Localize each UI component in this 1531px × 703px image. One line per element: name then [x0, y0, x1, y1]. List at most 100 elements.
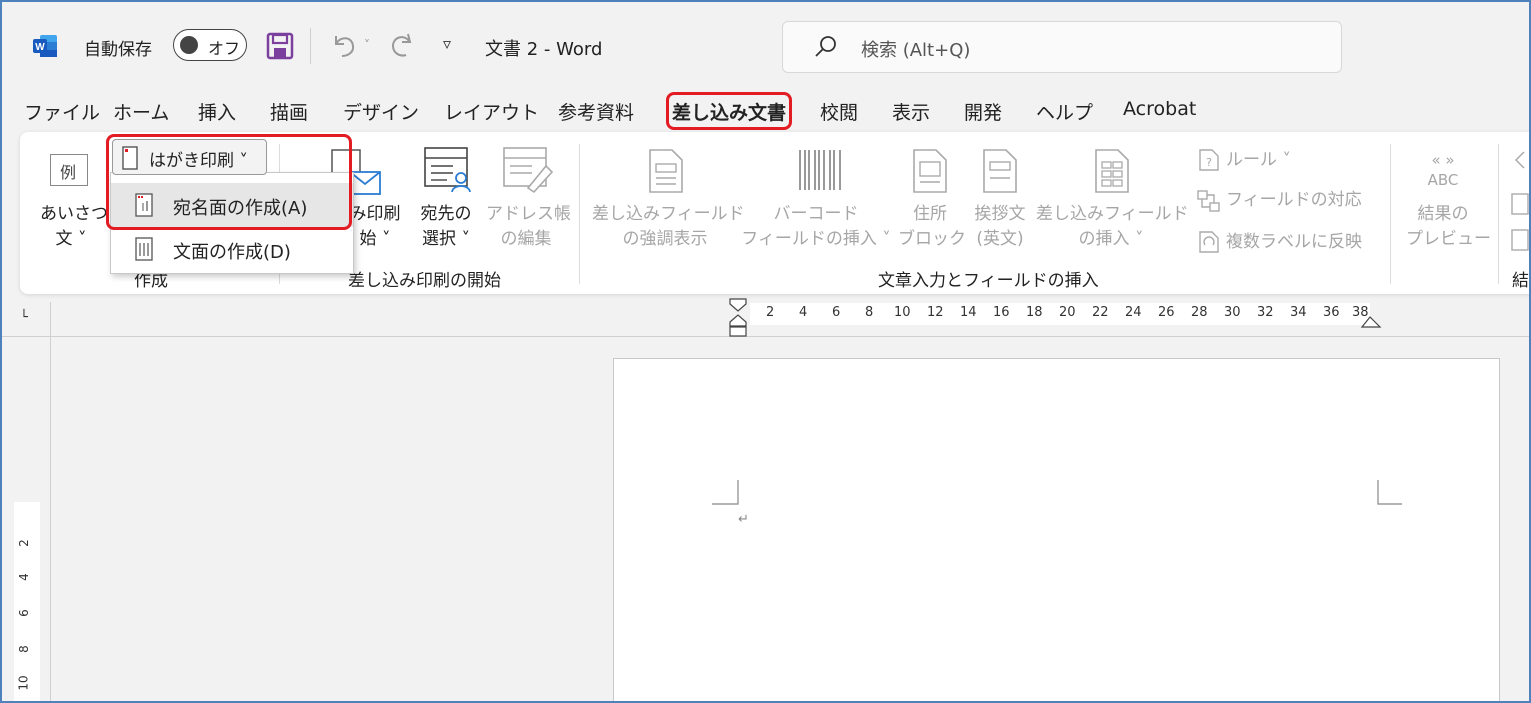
ruler-number: 2 — [766, 305, 775, 320]
menu-item-create-message-side[interactable]: 文面の作成(D) — [111, 227, 353, 271]
ruler-number: 32 — [1257, 305, 1274, 320]
crop-mark-right — [1377, 480, 1402, 505]
ruler-number: 6 — [16, 609, 31, 617]
match-fields-button[interactable]: フィールドの対応 — [1226, 188, 1362, 213]
undo-dropdown-icon[interactable]: ˅ — [364, 38, 370, 52]
autosave-state: オフ — [208, 39, 241, 58]
highlight-merge-fields-button[interactable]: 差し込みフィールド の強調表示 — [592, 202, 745, 252]
insert-field-label-2: の挿入 ˅ — [1078, 229, 1144, 249]
greeting-line-icon — [983, 149, 1017, 193]
greeting-sample-icon: 例 — [50, 154, 88, 186]
search-input[interactable]: 検索 (Alt+Q) — [782, 21, 1342, 73]
ruler-divider — [2, 336, 1529, 337]
barcode-icon — [799, 150, 841, 190]
ruler-number: 12 — [927, 305, 944, 320]
document-page[interactable] — [613, 358, 1500, 701]
tab-developer[interactable]: 開発 — [964, 98, 1002, 125]
ruler-number: 6 — [832, 305, 841, 320]
tab-home[interactable]: ホーム — [113, 98, 169, 125]
search-placeholder: 検索 (Alt+Q) — [861, 40, 971, 61]
fields-group-label: 文章入力とフィールドの挿入 — [878, 271, 1099, 291]
horizontal-ruler[interactable]: 2 4 6 8 10 12 14 16 18 20 22 24 26 28 30… — [750, 303, 1370, 325]
ruler-number: 22 — [1092, 305, 1109, 320]
tab-review[interactable]: 校閲 — [820, 98, 858, 125]
mailings-tab-highlight — [666, 92, 792, 130]
ruler-number: 30 — [1224, 305, 1241, 320]
autosave-label: 自動保存 — [84, 40, 152, 60]
tab-layout[interactable]: レイアウト — [444, 98, 539, 125]
undo-icon[interactable] — [328, 30, 358, 60]
address-block-button[interactable]: 住所 ブロック — [898, 202, 966, 252]
right-indent-marker-icon[interactable] — [1360, 312, 1384, 330]
message-side-icon — [135, 237, 153, 261]
menu-item-label: 文面の作成(D) — [173, 242, 291, 263]
ruler-divider — [50, 302, 51, 701]
select-recipients-label-1: 宛先の — [420, 204, 472, 224]
preview-results-button[interactable]: 結果の プレビュー — [1406, 202, 1491, 252]
tab-help[interactable]: ヘルプ — [1036, 98, 1093, 125]
edit-list-label-2: の編集 — [500, 229, 552, 249]
tab-selector[interactable]: └ — [20, 310, 28, 325]
insert-barcode-button[interactable]: バーコード フィールドの挿入 ˅ — [738, 202, 894, 252]
toggle-knob — [180, 36, 198, 54]
ruler-number: 26 — [1158, 305, 1175, 320]
svg-text:?: ? — [1206, 156, 1212, 169]
qat-separator — [310, 28, 311, 64]
match-fields-icon — [1197, 190, 1220, 212]
ruler-number: 2 — [16, 539, 31, 547]
tab-view[interactable]: 表示 — [892, 98, 930, 125]
tab-file[interactable]: ファイル — [24, 98, 100, 125]
greeting-label-1: あいさつ — [40, 204, 108, 224]
edit-recipient-list-icon — [503, 147, 554, 194]
select-recipients-button[interactable]: 宛先の 選択 ˅ — [416, 202, 476, 252]
greeting-line-button[interactable]: 挨拶文 (英文) — [968, 202, 1032, 252]
ruler-number: 10 — [16, 675, 31, 691]
group-separator — [579, 144, 580, 284]
word-window: W 自動保存 オフ ˅ ▿ 文書 2 - Word 検索 (Alt+Q) ファイ… — [0, 0, 1531, 703]
tab-references[interactable]: 参考資料 — [558, 98, 634, 125]
group-separator — [1390, 144, 1391, 284]
save-icon[interactable] — [266, 32, 294, 60]
redo-icon[interactable] — [388, 30, 418, 60]
ruler-number: 34 — [1290, 305, 1307, 320]
update-labels-button[interactable]: 複数ラベルに反映 — [1226, 230, 1362, 255]
rules-button[interactable]: ルール ˅ — [1226, 148, 1291, 173]
address-label-1: 住所 — [913, 204, 947, 224]
preview-label-1: 結果の — [1417, 204, 1469, 224]
tab-design[interactable]: デザイン — [343, 98, 419, 125]
ruler-number: 14 — [960, 305, 977, 320]
qat-customize-icon[interactable]: ▿ — [443, 34, 451, 53]
select-recipients-label-2: 選択 ˅ — [422, 229, 470, 249]
highlight-label-2: の強調表示 — [622, 229, 708, 249]
highlight-label-1: 差し込みフィールド — [592, 204, 745, 224]
insert-merge-field-button[interactable]: 差し込みフィールド の挿入 ˅ — [1036, 202, 1189, 252]
preview-icon-arrows: « » — [1431, 151, 1455, 169]
preview-icon-abc: ABC — [1427, 171, 1459, 189]
tab-insert[interactable]: 挿入 — [198, 98, 236, 125]
insert-field-label-1: 差し込みフィールド — [1036, 204, 1189, 224]
ruler-number: 18 — [1026, 305, 1043, 320]
address-label-2: ブロック — [898, 229, 966, 249]
title-bar: W 自動保存 オフ ˅ ▿ 文書 2 - Word 検索 (Alt+Q) — [2, 2, 1529, 90]
ruler-number: 16 — [993, 305, 1010, 320]
select-recipients-icon — [424, 147, 471, 193]
ruler-number: 8 — [865, 305, 874, 320]
update-labels-icon — [1199, 231, 1219, 253]
tab-draw[interactable]: 描画 — [270, 98, 308, 125]
tab-acrobat[interactable]: Acrobat — [1123, 98, 1196, 120]
greeting-label-2: 文 ˅ — [55, 229, 87, 249]
preview-results-icon: « » ABC — [1414, 150, 1472, 190]
word-icon: W — [33, 35, 57, 57]
postcard-menu-highlight — [106, 134, 352, 230]
ruler-number: 4 — [16, 573, 31, 581]
edit-recipient-list-button[interactable]: アドレス帳 の編集 — [486, 202, 571, 252]
ruler-number: 24 — [1125, 305, 1142, 320]
edit-list-label-1: アドレス帳 — [486, 204, 571, 224]
vertical-ruler[interactable]: 2 4 6 8 10 — [14, 502, 40, 701]
ruler-number: 10 — [894, 305, 911, 320]
ruler-number: 20 — [1059, 305, 1076, 320]
greeting-en-label-1: 挨拶文 — [974, 204, 1026, 224]
indent-marker-icon[interactable] — [728, 298, 748, 338]
greeting-button[interactable]: あいさつ 文 ˅ — [40, 202, 108, 252]
autosave-toggle[interactable]: オフ — [173, 29, 247, 61]
